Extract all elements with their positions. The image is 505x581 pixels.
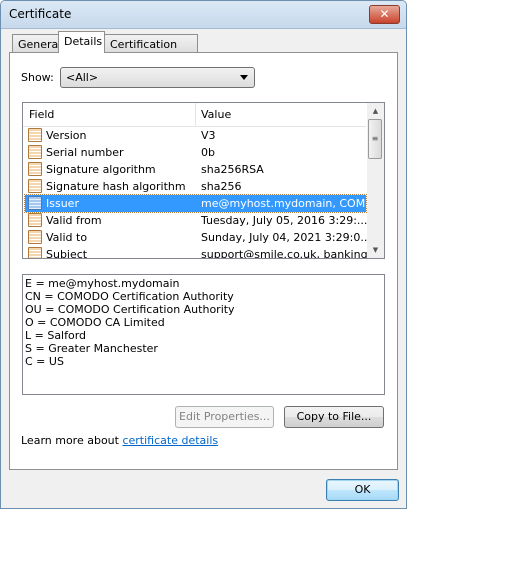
certificate-field-icon bbox=[28, 196, 42, 210]
chevron-down-icon bbox=[240, 75, 248, 80]
list-header: Field Value bbox=[23, 103, 366, 127]
list-row[interactable]: Issuer me@myhost.mydomain, COM... bbox=[24, 194, 376, 213]
field-value: sha256RSA bbox=[201, 163, 264, 176]
detail-line: E = me@myhost.mydomain bbox=[25, 277, 180, 290]
show-value: <All> bbox=[66, 71, 99, 84]
tab-general[interactable]: General bbox=[12, 34, 61, 52]
scroll-up-icon[interactable]: ▲ bbox=[367, 103, 384, 119]
learn-more-text: Learn more about bbox=[21, 434, 123, 447]
field-name: Signature hash algorithm bbox=[46, 180, 186, 193]
detail-line: C = US bbox=[25, 355, 64, 368]
detail-line: OU = COMODO Certification Authority bbox=[25, 303, 235, 316]
detail-line: L = Salford bbox=[25, 329, 87, 342]
field-value: support@smile.co.uk, banking... bbox=[201, 248, 379, 259]
copy-to-file-button[interactable]: Copy to File... bbox=[284, 406, 384, 428]
column-header-field[interactable]: Field bbox=[29, 108, 54, 121]
field-value: me@myhost.mydomain, COM... bbox=[201, 197, 376, 210]
field-name: Issuer bbox=[46, 197, 79, 210]
field-value: 0b bbox=[201, 146, 215, 159]
certificate-field-icon bbox=[28, 128, 42, 142]
field-name: Version bbox=[46, 129, 87, 142]
field-name: Serial number bbox=[46, 146, 124, 159]
list-row[interactable]: Subject support@smile.co.uk, banking... bbox=[25, 246, 378, 259]
field-value: V3 bbox=[201, 129, 216, 142]
certificate-field-icon bbox=[28, 213, 42, 227]
detail-line: S = Greater Manchester bbox=[25, 342, 158, 355]
tab-details[interactable]: Details bbox=[58, 31, 105, 53]
field-name: Valid from bbox=[46, 214, 102, 227]
certificate-field-icon bbox=[28, 145, 42, 159]
learn-more: Learn more about certificate details bbox=[21, 434, 218, 447]
list-row[interactable]: Valid from Tuesday, July 05, 2016 3:29:..… bbox=[25, 212, 368, 229]
certificate-field-icon bbox=[28, 179, 42, 193]
certificate-field-icon bbox=[28, 230, 42, 244]
field-name: Subject bbox=[46, 248, 88, 259]
scroll-down-icon[interactable]: ▼ bbox=[367, 242, 384, 258]
certificate-details-link[interactable]: certificate details bbox=[122, 434, 218, 447]
show-label: Show: bbox=[21, 71, 54, 84]
title-bar: Certificate ✕ bbox=[1, 1, 406, 28]
list-row[interactable]: Valid to Sunday, July 04, 2021 3:29:0... bbox=[25, 229, 371, 246]
detail-line: O = COMODO CA Limited bbox=[25, 316, 165, 329]
column-divider[interactable] bbox=[195, 103, 196, 126]
list-scrollbar[interactable]: ▲ ≡ ▼ bbox=[367, 103, 384, 258]
column-header-value[interactable]: Value bbox=[201, 108, 231, 121]
tab-certification-path[interactable]: Certification Path bbox=[104, 34, 198, 70]
detail-line: CN = COMODO Certification Authority bbox=[25, 290, 234, 303]
close-icon[interactable]: ✕ bbox=[369, 5, 400, 24]
window-title: Certificate bbox=[9, 7, 72, 21]
edit-properties-button[interactable]: Edit Properties... bbox=[175, 406, 274, 428]
field-list[interactable]: Field Value Version V3 Serial number 0b Sign… bbox=[22, 102, 385, 259]
ok-button[interactable]: OK bbox=[326, 479, 399, 501]
list-row[interactable]: Signature algorithm sha256RSA bbox=[25, 161, 366, 178]
detail-textbox[interactable]: E = me@myhost.mydomain CN = COMODO Certif… bbox=[22, 274, 385, 395]
field-name: Signature algorithm bbox=[46, 163, 156, 176]
scroll-thumb[interactable]: ≡ bbox=[368, 119, 382, 159]
certificate-field-icon bbox=[28, 162, 42, 176]
list-row[interactable]: Version V3 bbox=[25, 127, 366, 144]
list-row[interactable]: Signature hash algorithm sha256 bbox=[25, 178, 366, 195]
show-dropdown[interactable]: <All> bbox=[60, 67, 255, 88]
field-value: sha256 bbox=[201, 180, 242, 193]
field-name: Valid to bbox=[46, 231, 88, 244]
field-value: Sunday, July 04, 2021 3:29:0... bbox=[201, 231, 371, 244]
list-row[interactable]: Serial number 0b bbox=[25, 144, 366, 161]
certificate-field-icon bbox=[28, 247, 42, 258]
field-value: Tuesday, July 05, 2016 3:29:... bbox=[201, 214, 368, 227]
